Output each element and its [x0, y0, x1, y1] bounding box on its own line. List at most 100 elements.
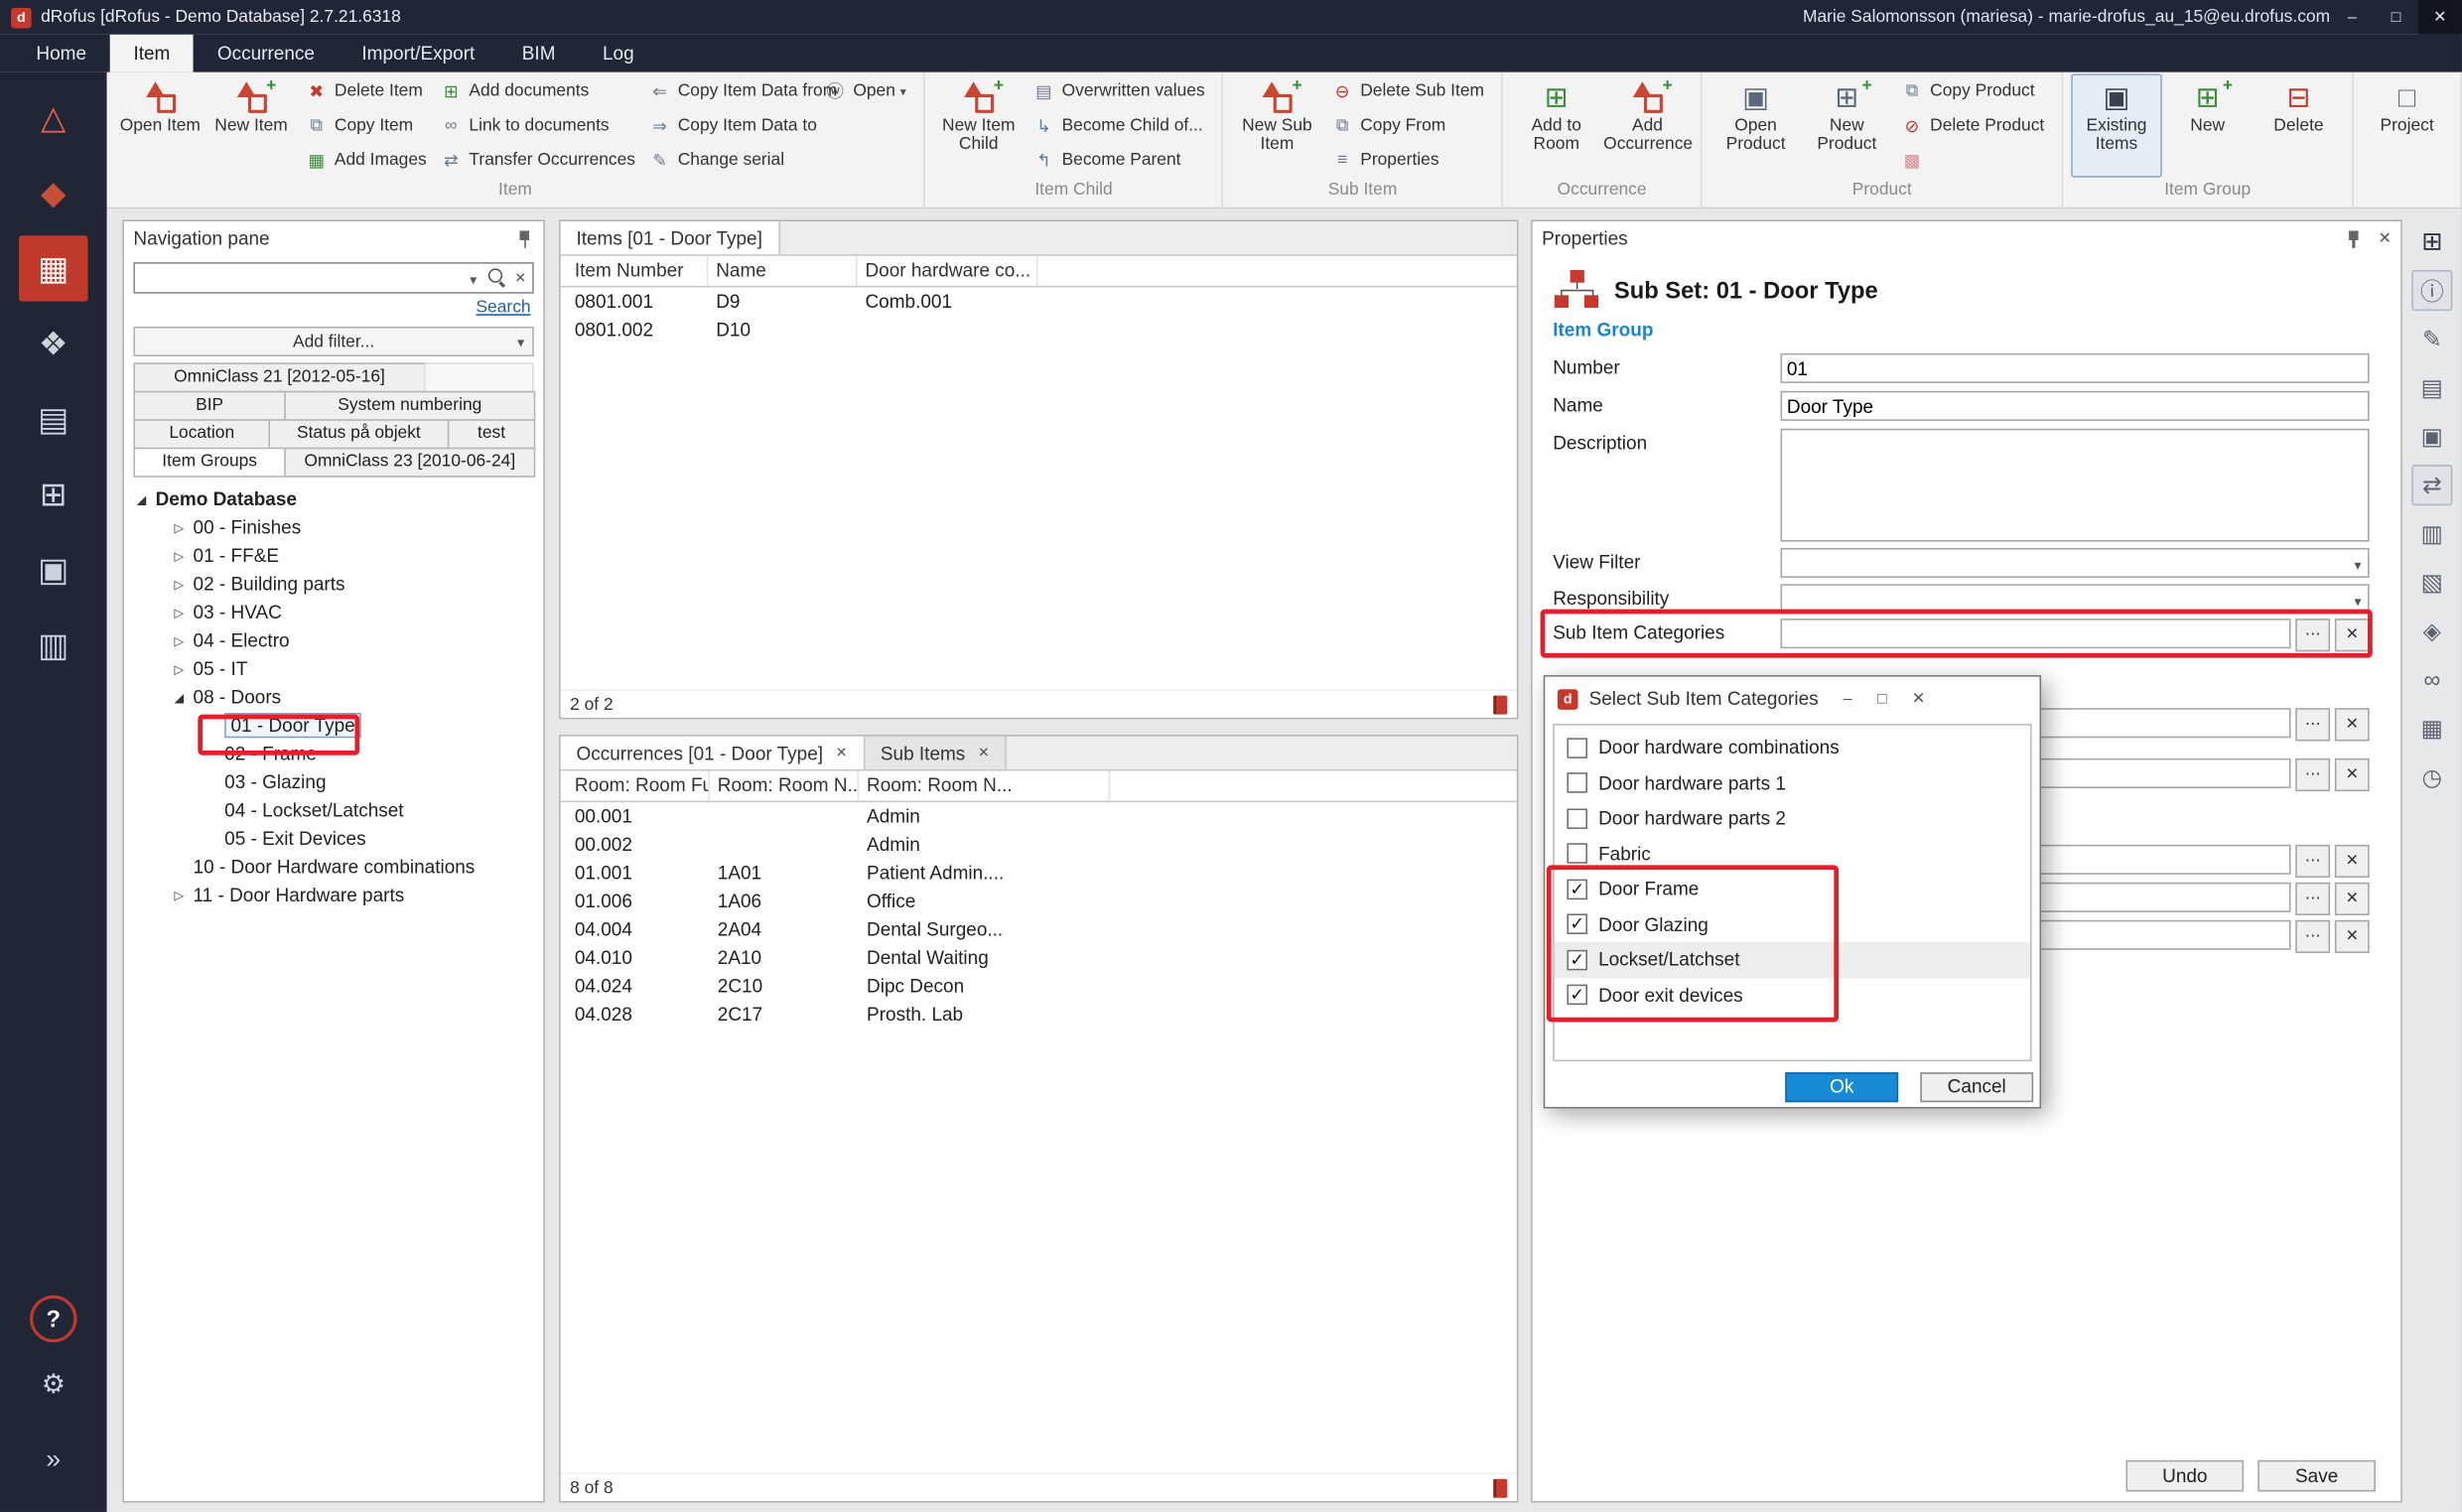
- ribbon-small-button[interactable]: ✖ Delete Item: [302, 73, 437, 108]
- pin-icon[interactable]: [2344, 228, 2363, 249]
- browse-button[interactable]: [2295, 883, 2330, 915]
- category-option[interactable]: Door Frame: [1555, 872, 2030, 907]
- browse-button[interactable]: [2295, 845, 2330, 878]
- table-row[interactable]: 00.001 Admin: [567, 802, 1517, 830]
- category-option[interactable]: Door exit devices: [1555, 977, 2030, 1013]
- sub-item-categories-clear-button[interactable]: [2335, 619, 2370, 651]
- collapse-sidebar-icon[interactable]: »: [19, 1428, 88, 1493]
- maximize-icon[interactable]: [1877, 690, 1887, 707]
- sub-item-categories-input[interactable]: [1781, 619, 2291, 648]
- clear-button[interactable]: [2335, 883, 2370, 915]
- ribbon-small-button[interactable]: ↰ Become Parent: [1028, 143, 1214, 178]
- minimize-button[interactable]: [2330, 0, 2374, 35]
- responsibility-select[interactable]: [1781, 584, 2370, 614]
- column-header[interactable]: Door hardware co...: [858, 256, 1038, 286]
- ribbon-big-button[interactable]: + New Item: [205, 73, 297, 177]
- tree-item[interactable]: 02 - Frame: [124, 740, 543, 767]
- history-icon[interactable]: ◷: [2411, 756, 2452, 797]
- column-header[interactable]: Room: Room Fu...: [567, 771, 710, 801]
- ribbon-small-button[interactable]: ⧉ Copy From: [1327, 108, 1493, 143]
- ribbon-small-button[interactable]: ⇄ Transfer Occurrences: [436, 143, 644, 178]
- ribbon-big-button[interactable]: + New Sub Item: [1232, 73, 1323, 177]
- tree-item[interactable]: ▷ 02 - Building parts: [124, 570, 543, 598]
- minimize-icon[interactable]: [1844, 690, 1852, 707]
- tree-expander-icon[interactable]: ▷: [175, 606, 194, 619]
- close-panel-icon[interactable]: [2379, 230, 2392, 247]
- tree-item[interactable]: ◢ Demo Database: [124, 485, 543, 513]
- documents-icon[interactable]: ▥: [2411, 513, 2452, 554]
- table-row[interactable]: 04.028 2C17 Prosth. Lab: [567, 1000, 1517, 1028]
- column-header[interactable]: Item Number: [567, 256, 708, 286]
- ribbon-small-button[interactable]: ⊖ Delete Sub Item: [1327, 73, 1493, 108]
- chevron-down-icon[interactable]: [462, 267, 485, 289]
- tab-item-groups[interactable]: Item Groups: [133, 448, 285, 478]
- tab-location[interactable]: Location: [133, 419, 270, 449]
- ribbon-big-button[interactable]: □ Project: [2362, 73, 2453, 177]
- browse-button[interactable]: [2295, 708, 2330, 741]
- edit-properties-icon[interactable]: ✎: [2411, 319, 2452, 359]
- undo-button[interactable]: Undo: [2125, 1460, 2244, 1492]
- tree-expander-icon[interactable]: ◢: [137, 492, 156, 506]
- menu-item[interactable]: Log: [579, 35, 657, 72]
- table-row[interactable]: 00.002 Admin: [567, 831, 1517, 859]
- tree-expander-icon[interactable]: ▷: [175, 549, 194, 563]
- classification-icon[interactable]: ◈: [2411, 611, 2452, 651]
- ribbon-small-button[interactable]: ≡ Properties: [1327, 143, 1493, 178]
- column-header[interactable]: Name: [708, 256, 857, 286]
- category-option[interactable]: Lockset/Latchset: [1555, 942, 2030, 978]
- menu-item[interactable]: Occurrence: [194, 35, 339, 72]
- search-icon[interactable]: [485, 267, 509, 289]
- number-input[interactable]: [1781, 353, 2370, 383]
- table-row[interactable]: 0801.002 D10: [567, 316, 1517, 344]
- links-icon[interactable]: ∞: [2411, 659, 2452, 700]
- dialog-titlebar[interactable]: Select Sub Item Categories: [1545, 677, 2039, 721]
- description-textarea[interactable]: [1781, 429, 2370, 542]
- item-groups-module-icon[interactable]: ◆: [19, 160, 88, 225]
- tree-expander-icon[interactable]: ▷: [175, 633, 194, 647]
- ribbon-big-button[interactable]: + Add Occurrence: [1602, 73, 1694, 177]
- ribbon-small-button[interactable]: ↳ Become Child of...: [1028, 108, 1214, 143]
- ribbon-big-button[interactable]: + New Item Child: [933, 73, 1025, 177]
- tree-item[interactable]: 03 - Glazing: [124, 767, 543, 795]
- search-input[interactable]: [135, 267, 462, 289]
- log-book-icon[interactable]: [1493, 1478, 1507, 1497]
- table-row[interactable]: 0801.001 D9 Comb.001: [567, 287, 1517, 315]
- pin-icon[interactable]: [515, 228, 534, 249]
- ribbon-big-button[interactable]: ▣ Open Product: [1710, 73, 1802, 177]
- tab-omniclass23[interactable]: OmniClass 23 [2010-06-24]: [284, 448, 535, 478]
- menu-item[interactable]: BIM: [498, 35, 579, 72]
- ribbon-small-button[interactable]: ▤ Overwritten values: [1028, 73, 1214, 108]
- clear-search-icon[interactable]: [508, 269, 532, 286]
- ribbon-big-button[interactable]: ▣ Existing Items: [2071, 73, 2162, 177]
- ribbon-small-button[interactable]: ⧉ Copy Product: [1897, 73, 2054, 108]
- table-row[interactable]: 04.024 2C10 Dipc Decon: [567, 972, 1517, 1000]
- reports-module-icon[interactable]: ▥: [19, 613, 88, 678]
- ribbon-small-button[interactable]: ⊘ Delete Product: [1897, 108, 2054, 143]
- ribbon-big-button[interactable]: Open Item: [114, 73, 205, 177]
- checkbox[interactable]: [1567, 772, 1587, 793]
- tree-item[interactable]: ▷ 03 - HVAC: [124, 599, 543, 626]
- clear-button[interactable]: [2335, 920, 2370, 953]
- open-dropdown-button[interactable]: ⓦ Open ▾: [820, 73, 915, 108]
- ribbon-big-button[interactable]: ⊞ + New: [2162, 73, 2254, 177]
- ribbon-small-button[interactable]: ▦ Add Images: [302, 143, 437, 178]
- reports-icon[interactable]: ▦: [2411, 708, 2452, 749]
- systems-module-icon[interactable]: ⊞: [19, 462, 88, 527]
- tab-test[interactable]: test: [448, 419, 536, 449]
- tree-item[interactable]: ◢ 08 - Doors: [124, 683, 543, 711]
- view-filter-select[interactable]: [1781, 548, 2370, 578]
- menu-item[interactable]: Home: [13, 35, 110, 72]
- tab-system-numbering[interactable]: System numbering: [284, 391, 535, 421]
- checkbox[interactable]: [1567, 949, 1587, 970]
- sub-item-categories-browse-button[interactable]: [2295, 619, 2330, 651]
- settings-gear-icon[interactable]: ⚙: [19, 1352, 88, 1418]
- close-tab-icon[interactable]: ✕: [978, 745, 990, 761]
- checkbox[interactable]: [1567, 914, 1587, 935]
- maximize-button[interactable]: [2374, 0, 2417, 35]
- add-filter-button[interactable]: Add filter...: [133, 327, 533, 356]
- tree-expander-icon[interactable]: ▷: [175, 577, 194, 591]
- occurrences-tab[interactable]: Sub Items ✕: [865, 737, 1007, 769]
- ribbon-big-button[interactable]: ⊞ Add to Room: [1511, 73, 1602, 177]
- ribbon-small-button[interactable]: ✎ Change serial: [645, 143, 847, 178]
- tree-item[interactable]: ▷ 00 - Finishes: [124, 513, 543, 541]
